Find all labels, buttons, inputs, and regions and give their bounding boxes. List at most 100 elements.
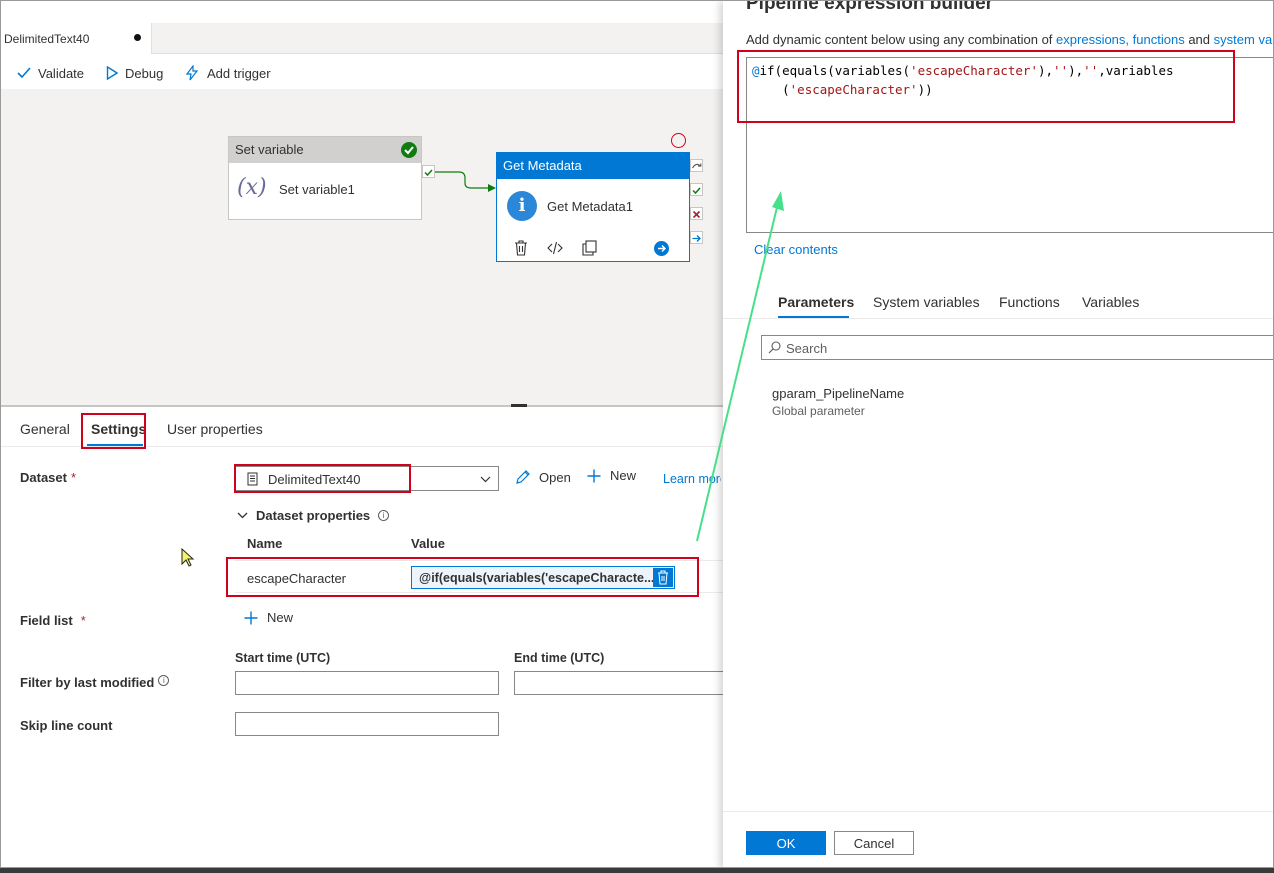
add-trigger-button[interactable]: Add trigger <box>184 63 271 83</box>
success-port-icon[interactable] <box>690 183 703 196</box>
chevron-down-icon <box>237 512 248 519</box>
field-list-label: Field list * <box>20 613 86 628</box>
debug-button[interactable]: Debug <box>106 63 163 83</box>
add-field-button[interactable]: New <box>244 610 293 625</box>
pipeline-canvas[interactable]: Set variable (𝑥) Set variable1 Get Metad… <box>1 89 723 405</box>
dataset-label: Dataset * <box>20 470 77 485</box>
mouse-cursor-icon <box>181 548 195 567</box>
delete-expression-icon[interactable] <box>653 568 673 587</box>
tab-bar: DelimitedText40 <box>1 23 723 54</box>
failure-port-icon[interactable] <box>690 207 703 220</box>
dataset-file-icon <box>247 472 258 486</box>
plus-icon <box>587 469 601 482</box>
learn-more-link[interactable]: Learn more <box>663 472 721 486</box>
functions-link[interactable]: functions <box>1133 32 1185 47</box>
plus-icon <box>244 611 258 624</box>
dataset-properties-toggle[interactable]: Dataset properties i <box>237 508 390 523</box>
tab-user-properties[interactable]: User properties <box>167 421 263 437</box>
lightning-icon <box>185 65 199 81</box>
param-name-cell: escapeCharacter <box>247 571 346 586</box>
column-header-value: Value <box>411 536 445 551</box>
active-tab-indicator <box>778 316 849 318</box>
start-time-input[interactable] <box>235 671 499 695</box>
search-icon <box>768 341 781 354</box>
info-circle-icon: i <box>158 675 170 686</box>
panel-description: Add dynamic content below using any comb… <box>746 32 1273 47</box>
tab-general[interactable]: General <box>20 421 70 437</box>
expression-code: @if(equals(variables('escapeCharacter'),… <box>752 63 1174 97</box>
expression-builder-panel: Pipeline expression builder Add dynamic … <box>723 0 1273 867</box>
tab-settings[interactable]: Settings <box>91 421 146 437</box>
expressions-link[interactable]: expressions, <box>1056 32 1129 47</box>
expression-editor[interactable]: @if(equals(variables('escapeCharacter'),… <box>746 57 1273 233</box>
info-icon: i <box>507 191 537 221</box>
parameter-type-label: Global parameter <box>772 404 865 418</box>
completion-port-icon[interactable] <box>690 231 703 244</box>
activity-name: Set variable1 <box>279 182 355 197</box>
validate-label: Validate <box>38 65 85 81</box>
open-dataset-button[interactable]: Open <box>515 469 571 485</box>
toolbar: Validate Debug Add trigger <box>1 55 723 89</box>
active-tab-indicator <box>87 444 143 446</box>
activity-type-label: Set variable <box>229 137 421 163</box>
tab-delimitedtext40[interactable]: DelimitedText40 <box>1 23 152 54</box>
tab-variables[interactable]: Variables <box>1082 294 1139 310</box>
add-trigger-label: Add trigger <box>207 65 271 81</box>
debug-label: Debug <box>125 65 164 81</box>
new-label: New <box>610 468 637 483</box>
tab-label: DelimitedText40 <box>4 32 90 46</box>
pipeline-editor: DelimitedText40 Validate Debug Add trigg… <box>1 1 726 867</box>
tab-functions[interactable]: Functions <box>999 294 1060 310</box>
info-circle-icon: i <box>378 510 390 521</box>
app-window: DelimitedText40 Validate Debug Add trigg… <box>0 0 1274 868</box>
end-time-label: End time (UTC) <box>514 651 605 665</box>
end-time-input[interactable] <box>514 671 726 695</box>
open-label: Open <box>539 469 571 485</box>
search-input[interactable]: Search <box>761 335 1273 360</box>
cancel-button[interactable]: Cancel <box>834 831 914 855</box>
field-new-label: New <box>267 610 294 625</box>
global-parameter-item[interactable]: gparam_PipelineName <box>772 386 904 401</box>
system-variables-link[interactable]: system va <box>1214 32 1273 47</box>
code-icon[interactable] <box>547 241 563 255</box>
pencil-icon <box>516 470 530 484</box>
set-variable-activity[interactable]: Set variable (𝑥) Set variable1 <box>228 136 422 220</box>
column-header-name: Name <box>247 536 283 551</box>
skip-line-count-label: Skip line count <box>20 718 113 733</box>
unsaved-dot-icon <box>134 34 141 41</box>
success-check-icon <box>401 142 417 158</box>
search-placeholder: Search <box>786 341 828 356</box>
go-arrow-icon[interactable] <box>654 241 669 256</box>
panel-title: Pipeline expression builder <box>746 0 994 14</box>
skip-line-count-input[interactable] <box>235 712 499 736</box>
start-time-label: Start time (UTC) <box>235 651 331 665</box>
table-divider <box>235 592 723 593</box>
delete-icon[interactable] <box>514 240 528 256</box>
dataset-dropdown[interactable]: DelimitedText40 <box>235 466 499 491</box>
activity-type-label: Get Metadata <box>497 153 689 179</box>
breakpoint-circle-icon[interactable] <box>671 133 686 148</box>
success-port-icon[interactable] <box>422 165 435 178</box>
ok-button[interactable]: OK <box>746 831 826 855</box>
connector-arrow <box>435 171 496 192</box>
builder-tabs: Parameters System variables Functions Va… <box>723 287 1273 319</box>
properties-tabs: General Settings User properties <box>1 407 723 447</box>
play-icon <box>106 66 118 80</box>
activity-name: Get Metadata1 <box>547 199 633 214</box>
dataset-value: DelimitedText40 <box>268 472 361 487</box>
param-value-expression[interactable]: @if(equals(variables('escapeCharacte... <box>411 566 675 589</box>
dataset-properties-label: Dataset properties <box>256 508 371 523</box>
skipped-port-icon[interactable] <box>690 159 703 172</box>
chevron-down-icon <box>480 476 491 483</box>
validate-button[interactable]: Validate <box>17 63 84 83</box>
tab-parameters[interactable]: Parameters <box>778 294 854 310</box>
variable-x-icon: (𝑥) <box>237 175 267 200</box>
new-dataset-button[interactable]: New <box>587 468 636 483</box>
tab-system-variables[interactable]: System variables <box>873 294 980 310</box>
panel-footer: OK Cancel <box>723 811 1273 867</box>
param-value-text: @if(equals(variables('escapeCharacte... <box>419 571 655 585</box>
filter-label: Filter by last modified i <box>20 675 170 690</box>
copy-icon[interactable] <box>582 240 597 256</box>
get-metadata-activity[interactable]: Get Metadata i Get Metadata1 <box>496 152 690 262</box>
clear-contents-link[interactable]: Clear contents <box>754 242 838 257</box>
